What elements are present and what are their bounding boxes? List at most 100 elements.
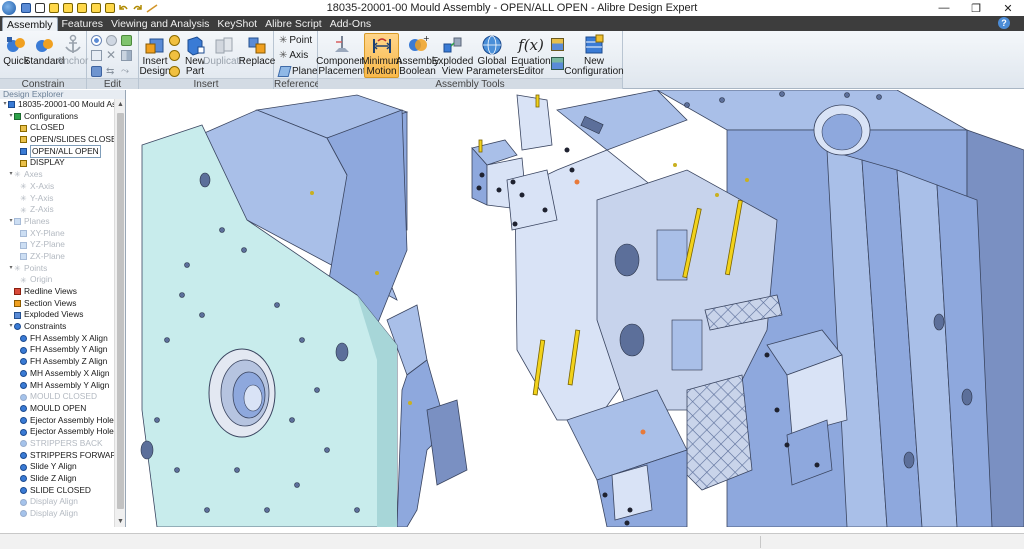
tree-node[interactable]: ▾ ✳ Axes — [0, 169, 114, 181]
close-button[interactable]: ✕ — [992, 0, 1024, 16]
scroll-thumb[interactable] — [117, 113, 124, 509]
tree-node-label: YZ-Plane — [30, 239, 65, 250]
tree-node[interactable]: STRIPPERS BACK — [0, 438, 114, 450]
tree-node[interactable]: FH Assembly Y Align — [0, 344, 114, 356]
tree-node[interactable]: ▾ 18035-20001-00 Mould Asser — [0, 99, 125, 111]
sketch-line-icon[interactable] — [145, 2, 158, 15]
minimize-button[interactable]: — — [928, 0, 960, 16]
tree-node[interactable]: XY-Plane — [0, 228, 114, 240]
open-file-icon[interactable] — [47, 2, 60, 15]
duplicate-button[interactable]: Duplicate — [203, 33, 245, 67]
configuration-tool-button[interactable] — [551, 56, 564, 70]
new-part-button[interactable]: New Part — [184, 33, 206, 77]
tree-node[interactable]: MH Assembly X Align — [0, 368, 114, 380]
tree-node[interactable]: Ejector Assembly Hole 1 A — [0, 415, 125, 427]
maximize-button[interactable]: ❐ — [960, 0, 992, 16]
standard-constrain-button[interactable]: Standard — [24, 33, 64, 67]
tree-node[interactable]: Slide Y Align — [0, 461, 114, 473]
tree-node[interactable]: Display Align — [0, 508, 114, 520]
exploded-view-button[interactable]: Exploded View — [432, 33, 473, 77]
tree-node[interactable]: Slide Z Align — [0, 473, 114, 485]
tab-assembly[interactable]: Assembly — [2, 17, 58, 31]
scroll-up-icon[interactable]: ▲ — [115, 99, 125, 110]
tab-keyshot[interactable]: KeyShot — [213, 17, 261, 31]
tree-node[interactable]: MH Assembly Y Align — [0, 380, 114, 392]
new-file-icon[interactable] — [33, 2, 46, 15]
color-button[interactable] — [121, 33, 132, 47]
yellow-doc-icon[interactable] — [89, 2, 102, 15]
split-button[interactable]: ⤳ — [121, 64, 129, 78]
tree-node[interactable]: STRIPPERS FORWARD — [0, 450, 123, 462]
help-icon[interactable]: ? — [998, 17, 1010, 29]
insert-sub-button[interactable] — [169, 33, 180, 47]
moving-half-assembly[interactable] — [471, 90, 1024, 527]
point-icon: ✳ — [279, 34, 288, 46]
tree-node[interactable]: SLIDE CLOSED — [0, 485, 114, 497]
axis-icon: ✳ — [279, 49, 288, 61]
yellow-doc-icon[interactable] — [103, 2, 116, 15]
anchor-button[interactable]: Anchor — [57, 33, 88, 67]
tree-node[interactable]: Ejector Assembly Hole 2 A — [0, 426, 125, 438]
tab-features[interactable]: Features — [58, 17, 107, 31]
move-button[interactable] — [91, 64, 102, 78]
fixed-half-plate[interactable] — [140, 94, 468, 527]
tab-add-ons[interactable]: Add-Ons — [326, 17, 375, 31]
tree-node[interactable]: ✳ X-Axis — [0, 181, 114, 193]
new-configuration-button[interactable]: New Configuration — [564, 33, 624, 77]
tree-node-label: X-Axis — [30, 180, 55, 191]
tree-node[interactable]: FH Assembly Z Align — [0, 356, 114, 368]
assembly-boolean-button[interactable]: + Assembly Boolean — [396, 33, 439, 77]
equation-editor-button[interactable]: f(x) Equation Editor — [511, 33, 550, 77]
yellow-doc-icon[interactable] — [75, 2, 88, 15]
app-logo-icon[interactable] — [2, 1, 16, 15]
scroll-down-icon[interactable]: ▼ — [115, 516, 125, 527]
insert-sub-button[interactable] — [169, 48, 180, 62]
tree-node[interactable]: OPEN/ALL OPEN — [0, 144, 114, 159]
tree-node[interactable]: Display Align — [0, 496, 114, 508]
tree-node[interactable]: ▾ Planes — [0, 216, 114, 228]
tree-node[interactable]: ▾ Constraints — [0, 321, 114, 333]
save-icon[interactable] — [19, 2, 32, 15]
tree-node[interactable]: ✳ Y-Axis — [0, 193, 114, 205]
3d-viewport[interactable] — [127, 90, 1024, 527]
tree-node[interactable]: YZ-Plane — [0, 239, 114, 251]
tree-node[interactable]: MOULD CLOSED — [0, 391, 114, 403]
undo-icon[interactable] — [117, 2, 130, 15]
tab-alibre-script[interactable]: Alibre Script — [261, 17, 326, 31]
suppress-button[interactable] — [91, 48, 102, 62]
tab-viewing-and-analysis[interactable]: Viewing and Analysis — [107, 17, 213, 31]
mirror-button[interactable]: ⇆ — [106, 64, 114, 78]
tree-node[interactable]: ZX-Plane — [0, 251, 114, 263]
visibility-toggle-button[interactable] — [106, 33, 117, 47]
minimum-motion-button[interactable]: Minimum Motion — [361, 33, 402, 78]
tree-node[interactable]: MOULD OPEN — [0, 403, 114, 415]
insert-design-button[interactable]: Insert Design — [139, 33, 171, 77]
tree-node[interactable]: Redline Views — [0, 286, 114, 298]
tree-node[interactable]: Exploded Views — [0, 309, 114, 321]
tree-node[interactable]: ▾ ✳ Points — [0, 263, 114, 275]
tree-node[interactable]: Section Views — [0, 298, 114, 310]
tree-scrollbar[interactable]: ▲ ▼ — [114, 99, 125, 527]
tree-node[interactable]: DISPLAY — [0, 157, 114, 169]
delete-button[interactable]: ✕ — [106, 48, 116, 62]
point-button[interactable]: ✳ Point — [279, 33, 312, 47]
global-parameters-button[interactable]: Global Parameters — [466, 33, 518, 77]
tree-node[interactable]: ▾ Configurations — [0, 111, 114, 123]
component-placement-button[interactable]: Component Placement — [316, 33, 368, 77]
axis-button[interactable]: ✳ Axis — [279, 48, 308, 62]
tree-node[interactable]: CLOSED — [0, 122, 114, 134]
assembly-boolean-icon: + — [407, 33, 429, 57]
tree-node[interactable]: ✳ Origin — [0, 274, 114, 286]
insert-sub-button[interactable] — [169, 64, 180, 78]
tree-node[interactable]: ✳ Z-Axis — [0, 204, 114, 216]
replace-button[interactable]: Replace — [239, 33, 275, 67]
show-hide-button[interactable] — [91, 33, 102, 47]
mould-assembly-model[interactable] — [127, 90, 1024, 527]
plane-button[interactable]: Plane — [277, 64, 318, 78]
pattern-button[interactable] — [121, 48, 132, 62]
configuration-tool-button[interactable] — [551, 37, 564, 51]
redo-icon[interactable] — [131, 2, 144, 15]
tree-node[interactable]: FH Assembly X Align — [0, 333, 114, 345]
tree-node-label: Configurations — [24, 110, 79, 121]
yellow-doc-icon[interactable] — [61, 2, 74, 15]
